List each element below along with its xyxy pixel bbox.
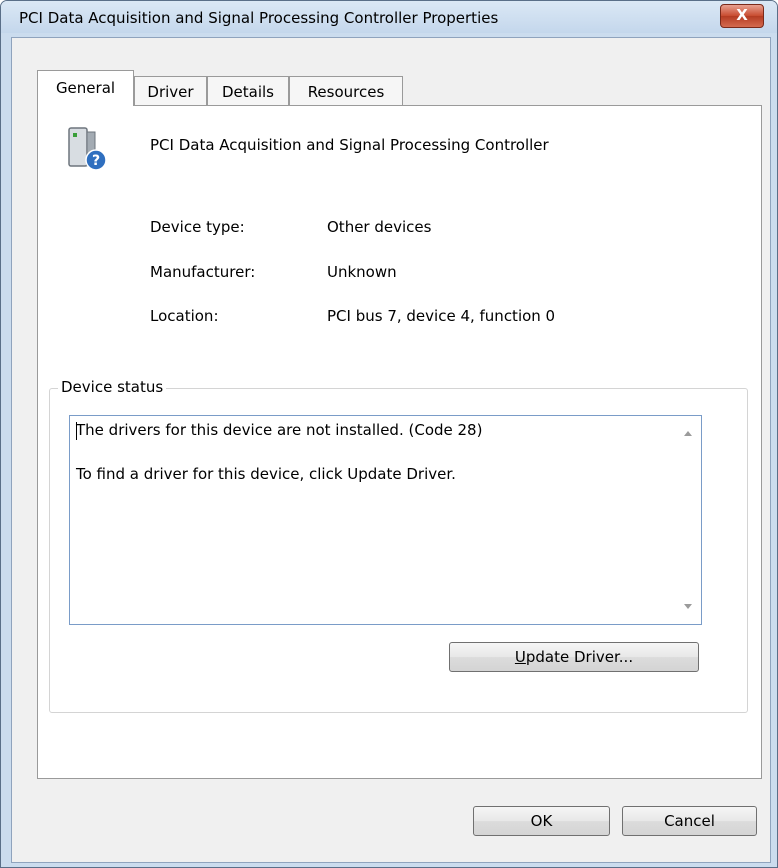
device-status-group: Device status The drivers for this devic… — [49, 378, 748, 713]
tab-details-label: Details — [221, 83, 274, 101]
device-name: PCI Data Acquisition and Signal Processi… — [150, 136, 549, 154]
unknown-device-icon: ? — [68, 127, 107, 171]
device-status-label: Device status — [58, 378, 167, 396]
update-driver-button[interactable]: Update Driver... — [449, 642, 699, 672]
cancel-button[interactable]: Cancel — [622, 806, 757, 836]
tab-general[interactable]: General — [37, 70, 134, 106]
cancel-button-label: Cancel — [664, 812, 715, 830]
device-type-value: Other devices — [327, 218, 432, 236]
status-line-2: To find a driver for this device, click … — [76, 465, 456, 483]
window-title: PCI Data Acquisition and Signal Processi… — [19, 9, 499, 27]
title-bar[interactable]: PCI Data Acquisition and Signal Processi… — [1, 1, 777, 33]
manufacturer-value: Unknown — [327, 263, 397, 281]
tab-general-label: General — [55, 79, 116, 97]
location-value: PCI bus 7, device 4, function 0 — [327, 307, 556, 325]
device-status-textbox[interactable]: The drivers for this device are not inst… — [69, 415, 702, 625]
status-line-1: The drivers for this device are not inst… — [76, 421, 483, 439]
scroll-down-arrow-icon[interactable] — [684, 604, 692, 609]
ok-button-label: OK — [530, 812, 553, 830]
tab-driver-label: Driver — [147, 83, 194, 101]
scroll-up-arrow-icon[interactable] — [684, 431, 692, 436]
properties-dialog: PCI Data Acquisition and Signal Processi… — [0, 0, 778, 868]
general-tab-panel: ? PCI Data Acquisition and Signal Proces… — [37, 105, 762, 779]
update-driver-mnemonic: U — [514, 648, 526, 666]
tab-resources-label: Resources — [307, 83, 385, 101]
manufacturer-label: Manufacturer: — [150, 263, 256, 281]
update-driver-label: pdate Driver... — [525, 648, 634, 666]
svg-text:?: ? — [92, 153, 100, 169]
tab-details[interactable]: Details — [207, 76, 289, 106]
tab-driver[interactable]: Driver — [134, 76, 207, 106]
location-label: Location: — [150, 307, 219, 325]
tab-resources[interactable]: Resources — [289, 76, 403, 106]
device-type-label: Device type: — [150, 218, 245, 236]
close-icon: X — [736, 6, 748, 24]
close-button[interactable]: X — [720, 4, 764, 28]
dialog-body: General Driver Details Resources ? PCI D… — [11, 37, 771, 863]
ok-button[interactable]: OK — [473, 806, 610, 836]
